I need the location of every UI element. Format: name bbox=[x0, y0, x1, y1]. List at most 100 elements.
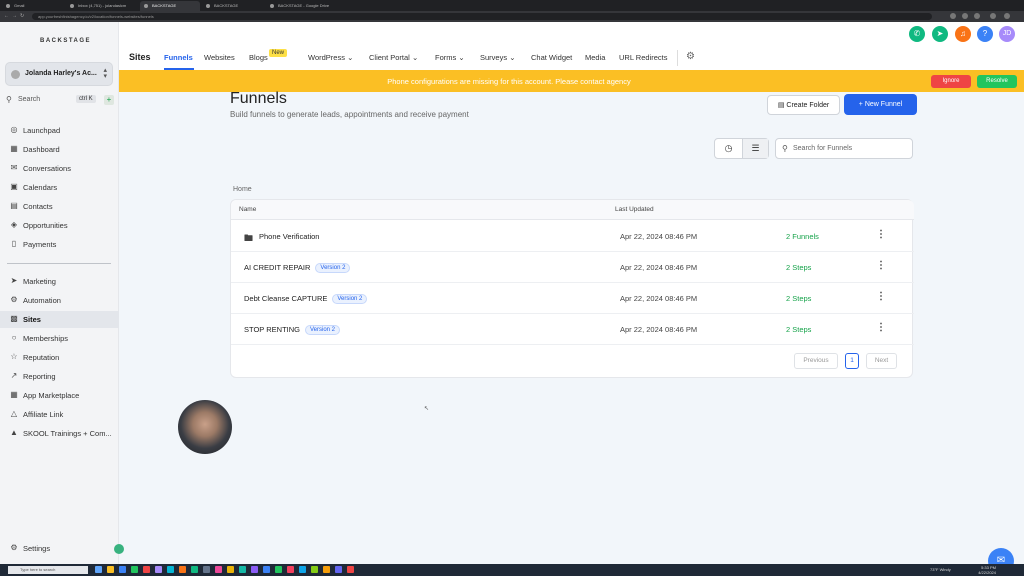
sidebar-item-skool[interactable]: ▲ SKOOL Trainings + Com... bbox=[0, 425, 119, 442]
sidebar-item-marketing[interactable]: ➤ Marketing bbox=[0, 273, 119, 290]
help-icon[interactable]: ? bbox=[977, 26, 993, 42]
quick-add-button[interactable]: + bbox=[104, 95, 114, 105]
taskbar-app-icon[interactable] bbox=[119, 566, 126, 573]
taskbar-app-icon[interactable] bbox=[275, 566, 282, 573]
taskbar-app-icon[interactable] bbox=[299, 566, 306, 573]
column-name[interactable]: Name bbox=[239, 206, 256, 213]
new-funnel-button[interactable]: + New Funnel bbox=[844, 94, 917, 115]
weather-widget[interactable]: 73°F Windy bbox=[930, 567, 951, 572]
taskbar-app-icon[interactable] bbox=[179, 566, 186, 573]
taskbar-app-icon[interactable] bbox=[215, 566, 222, 573]
tab-funnels[interactable]: Funnels bbox=[164, 53, 193, 62]
tab-wordpress[interactable]: WordPress ⌄ bbox=[308, 53, 353, 62]
funnel-search-input[interactable]: ⚲ Search for Funnels bbox=[775, 138, 913, 159]
taskbar-app-icon[interactable] bbox=[131, 566, 138, 573]
more-options-icon[interactable]: ⋮ bbox=[876, 260, 886, 271]
previous-page-button[interactable]: Previous bbox=[794, 353, 838, 369]
taskbar-app-icon[interactable] bbox=[311, 566, 318, 573]
taskbar-app-icon[interactable] bbox=[203, 566, 210, 573]
table-row[interactable]: 🖿 Phone Verification Apr 22, 2024 08:46 … bbox=[231, 221, 914, 252]
reload-icon[interactable]: ↻ bbox=[20, 13, 24, 20]
tab-chat-widget[interactable]: Chat Widget bbox=[531, 53, 572, 62]
extension-icon[interactable] bbox=[950, 13, 956, 19]
taskbar-app-icon[interactable] bbox=[227, 566, 234, 573]
account-switcher[interactable]: Jolanda Harley's Ac... ▴ ▾ bbox=[5, 62, 113, 86]
sidebar-item-launchpad[interactable]: ◎ Launchpad bbox=[0, 122, 119, 139]
phone-icon[interactable]: ✆ bbox=[909, 26, 925, 42]
gear-icon[interactable]: ⚙ bbox=[686, 51, 695, 62]
clock-icon[interactable]: ◷ bbox=[715, 139, 742, 158]
sidebar-item-calendars[interactable]: ▣ Calendars bbox=[0, 179, 119, 196]
megaphone-icon[interactable]: ➤ bbox=[932, 26, 948, 42]
browser-tab[interactable]: Inbox (4,751) - jolandaslcm bbox=[66, 1, 136, 11]
tab-websites[interactable]: Websites bbox=[204, 53, 235, 62]
address-bar[interactable]: app.yourfreshfinishagency.io/v2/location… bbox=[32, 13, 932, 20]
menu-icon[interactable] bbox=[1004, 13, 1010, 19]
next-page-button[interactable]: Next bbox=[866, 353, 897, 369]
sidebar-item-conversations[interactable]: ✉ Conversations bbox=[0, 160, 119, 177]
browser-tab[interactable]: BACKSTAGE bbox=[140, 1, 200, 11]
back-icon[interactable]: ← bbox=[4, 13, 9, 20]
more-options-icon[interactable]: ⋮ bbox=[876, 291, 886, 302]
taskbar-app-icon[interactable] bbox=[191, 566, 198, 573]
sidebar-item-sites[interactable]: ▩ Sites bbox=[0, 311, 119, 328]
sidebar-item-memberships[interactable]: ○ Memberships bbox=[0, 330, 119, 347]
taskbar-app-icon[interactable] bbox=[347, 566, 354, 573]
table-row[interactable]: Debt Cleanse CAPTURE Version 2 Apr 22, 20… bbox=[231, 283, 914, 314]
taskbar-app-icon[interactable] bbox=[263, 566, 270, 573]
browser-tab[interactable]: BACKSTAGE - Google Drive bbox=[266, 1, 336, 11]
extension-icon[interactable] bbox=[962, 13, 968, 19]
list-view-icon[interactable]: ☰ bbox=[742, 139, 768, 158]
browser-tab[interactable]: BACKSTAGE bbox=[202, 1, 262, 11]
taskbar-app-icon[interactable] bbox=[155, 566, 162, 573]
row-name[interactable]: Debt Cleanse CAPTURE Version 2 bbox=[244, 294, 368, 304]
tab-client-portal[interactable]: Client Portal ⌄ bbox=[369, 53, 418, 62]
taskbar-clock[interactable]: 5:33 PM 4/22/2024 bbox=[978, 565, 996, 575]
page-number-button[interactable]: 1 bbox=[845, 353, 859, 369]
tab-media[interactable]: Media bbox=[585, 53, 605, 62]
breadcrumb[interactable]: Home bbox=[233, 186, 252, 193]
more-options-icon[interactable]: ⋮ bbox=[876, 322, 886, 333]
tab-forms[interactable]: Forms ⌄ bbox=[435, 53, 465, 62]
sidebar-item-settings[interactable]: ⚙ Settings bbox=[0, 540, 119, 557]
sidebar-item-dashboard[interactable]: ▦ Dashboard bbox=[0, 141, 119, 158]
taskbar-app-icon[interactable] bbox=[167, 566, 174, 573]
sidebar-item-reporting[interactable]: ↗ Reporting bbox=[0, 368, 119, 385]
row-name[interactable]: STOP RENTING Version 2 bbox=[244, 325, 341, 335]
user-avatar[interactable]: JD bbox=[999, 26, 1015, 42]
taskbar-search[interactable]: Type here to search bbox=[8, 566, 88, 574]
sidebar-item-reputation[interactable]: ☆ Reputation bbox=[0, 349, 119, 366]
bell-icon[interactable]: ♫ bbox=[955, 26, 971, 42]
taskbar-app-icon[interactable] bbox=[323, 566, 330, 573]
sidebar-item-app-marketplace[interactable]: ▦ App Marketplace bbox=[0, 387, 119, 404]
profile-icon[interactable] bbox=[990, 13, 996, 19]
taskbar-app-icon[interactable] bbox=[239, 566, 246, 573]
ignore-button[interactable]: Ignore bbox=[931, 75, 971, 88]
sidebar-item-automation[interactable]: ⚙ Automation bbox=[0, 292, 119, 309]
create-folder-button[interactable]: ▤ Create Folder bbox=[767, 95, 840, 115]
taskbar-app-icon[interactable] bbox=[287, 566, 294, 573]
browser-tab[interactable]: Gmail bbox=[2, 1, 62, 11]
tab-url-redirects[interactable]: URL Redirects bbox=[619, 53, 668, 62]
sidebar-item-contacts[interactable]: ▤ Contacts bbox=[0, 198, 119, 215]
table-row[interactable]: AI CREDIT REPAIR Version 2 Apr 22, 2024 0… bbox=[231, 252, 914, 283]
sidebar-item-affiliate-link[interactable]: △ Affiliate Link bbox=[0, 406, 119, 423]
extension-icon[interactable] bbox=[974, 13, 980, 19]
taskbar-app-icon[interactable] bbox=[251, 566, 258, 573]
sidebar-item-opportunities[interactable]: ◈ Opportunities bbox=[0, 217, 119, 234]
row-name[interactable]: Phone Verification bbox=[259, 232, 319, 241]
tab-blogs[interactable]: Blogs bbox=[249, 53, 268, 62]
taskbar-app-icon[interactable] bbox=[95, 566, 102, 573]
sidebar-item-payments[interactable]: ▯ Payments bbox=[0, 236, 119, 253]
resolve-button[interactable]: Resolve bbox=[977, 75, 1017, 88]
row-name[interactable]: AI CREDIT REPAIR Version 2 bbox=[244, 263, 351, 273]
more-options-icon[interactable]: ⋮ bbox=[876, 229, 886, 240]
taskbar-app-icon[interactable] bbox=[335, 566, 342, 573]
table-row[interactable]: STOP RENTING Version 2 Apr 22, 2024 08:46… bbox=[231, 314, 914, 345]
tab-surveys[interactable]: Surveys ⌄ bbox=[480, 53, 515, 62]
sidebar-search[interactable]: ⚲ Search ctrl K + bbox=[6, 94, 114, 108]
taskbar-app-icon[interactable] bbox=[107, 566, 114, 573]
column-last-updated[interactable]: Last Updated bbox=[615, 206, 654, 213]
taskbar-app-icon[interactable] bbox=[143, 566, 150, 573]
forward-icon[interactable]: → bbox=[12, 13, 17, 20]
